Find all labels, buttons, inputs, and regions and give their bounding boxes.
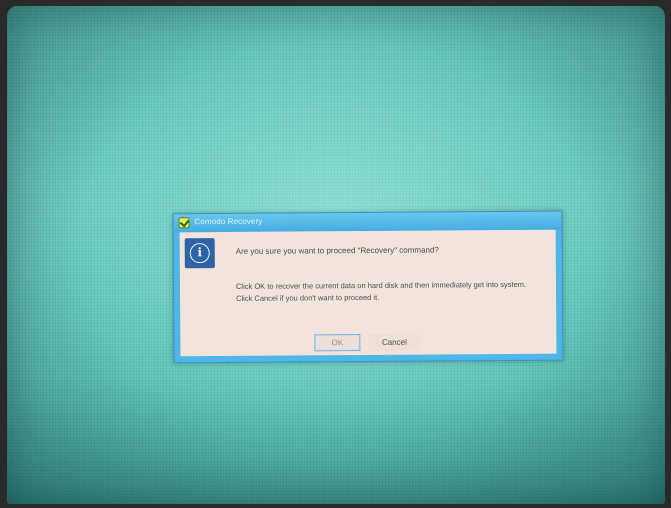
cancel-instruction: Click Cancel if you don't want to procee… <box>236 292 380 303</box>
info-glyph: i <box>189 243 210 264</box>
dialog-title: Comodo Recovery <box>194 216 263 227</box>
info-icon: i <box>184 238 215 269</box>
ok-button[interactable]: OK <box>314 334 361 352</box>
recovery-confirm-dialog: Comodo Recovery i Are you sure you want … <box>172 210 564 364</box>
dialog-body: i Are you sure you want to proceed "Reco… <box>179 229 557 357</box>
cancel-button[interactable]: Cancel <box>368 333 421 351</box>
checkmark-app-icon <box>178 217 190 229</box>
desktop-screen: Comodo Recovery i Are you sure you want … <box>7 6 665 504</box>
ok-instruction: Click OK to recover the current data on … <box>235 279 527 291</box>
confirm-question: Are you sure you want to proceed "Recove… <box>235 245 439 256</box>
